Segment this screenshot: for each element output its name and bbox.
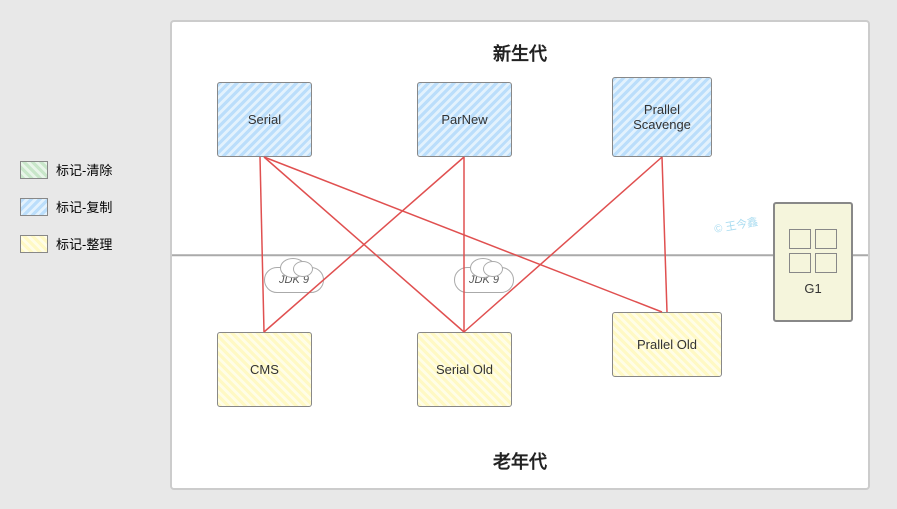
legend-label-compact: 标记-整理 — [56, 234, 112, 253]
serial-label: Serial — [248, 112, 281, 127]
g1-collector-box: G1 — [773, 202, 853, 322]
generation-divider — [172, 254, 868, 256]
g1-cell-4 — [815, 253, 837, 273]
prallel-scavenge-label: PrallelScavenge — [633, 102, 691, 132]
g1-cell-3 — [789, 253, 811, 273]
legend-label-copy: 标记-复制 — [56, 197, 112, 216]
parnew-label: ParNew — [441, 112, 487, 127]
main-container: 标记-清除 标记-复制 标记-整理 新生代 老年代 Serial ParNew … — [0, 0, 897, 509]
legend-label-clear: 标记-清除 — [56, 160, 112, 179]
jdk9-label-2: JDK 9 — [469, 274, 499, 286]
g1-cell-1 — [789, 229, 811, 249]
legend-item-clear: 标记-清除 — [20, 160, 112, 179]
legend-icon-copy — [20, 198, 48, 216]
cms-collector-box: CMS — [217, 332, 312, 407]
legend: 标记-清除 标记-复制 标记-整理 — [20, 160, 112, 253]
jdk9-cloud-shape-2: JDK 9 — [454, 267, 514, 293]
prallel-old-label: Prallel Old — [637, 337, 697, 352]
jdk9-cloud-shape-1: JDK 9 — [264, 267, 324, 293]
watermark: © 王今鑫 — [713, 213, 759, 236]
old-gen-label: 老年代 — [493, 448, 547, 474]
g1-cell-2 — [815, 229, 837, 249]
cms-label: CMS — [250, 362, 279, 377]
serial-old-label: Serial Old — [436, 362, 493, 377]
legend-icon-clear — [20, 161, 48, 179]
serial-old-collector-box: Serial Old — [417, 332, 512, 407]
legend-icon-compact — [20, 235, 48, 253]
parnew-collector-box: ParNew — [417, 82, 512, 157]
g1-label: G1 — [804, 281, 821, 296]
legend-item-compact: 标记-整理 — [20, 234, 112, 253]
jdk9-cloud-1: JDK 9 — [264, 267, 324, 293]
jdk9-cloud-2: JDK 9 — [454, 267, 514, 293]
young-gen-label: 新生代 — [493, 40, 547, 66]
jdk9-label-1: JDK 9 — [279, 274, 309, 286]
prallel-scavenge-collector-box: PrallelScavenge — [612, 77, 712, 157]
gc-diagram: 新生代 老年代 Serial ParNew PrallelScavenge CM… — [170, 20, 870, 490]
serial-collector-box: Serial — [217, 82, 312, 157]
prallel-old-collector-box: Prallel Old — [612, 312, 722, 377]
g1-grid — [789, 229, 837, 273]
legend-item-copy: 标记-复制 — [20, 197, 112, 216]
